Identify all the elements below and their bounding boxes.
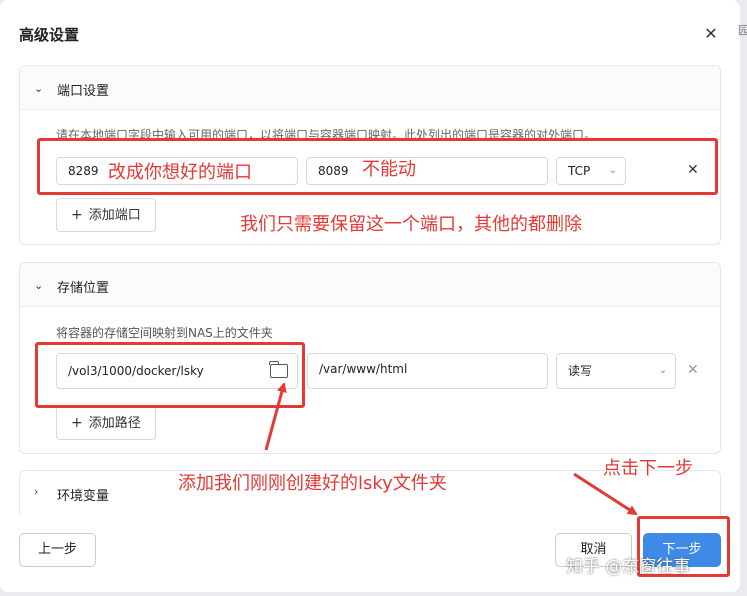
arrow-to-next — [573, 472, 638, 516]
annotation-arrows — [264, 382, 638, 516]
watermark: 知乎 @东窗往事 — [566, 557, 691, 577]
arrow-to-folder — [264, 382, 287, 451]
